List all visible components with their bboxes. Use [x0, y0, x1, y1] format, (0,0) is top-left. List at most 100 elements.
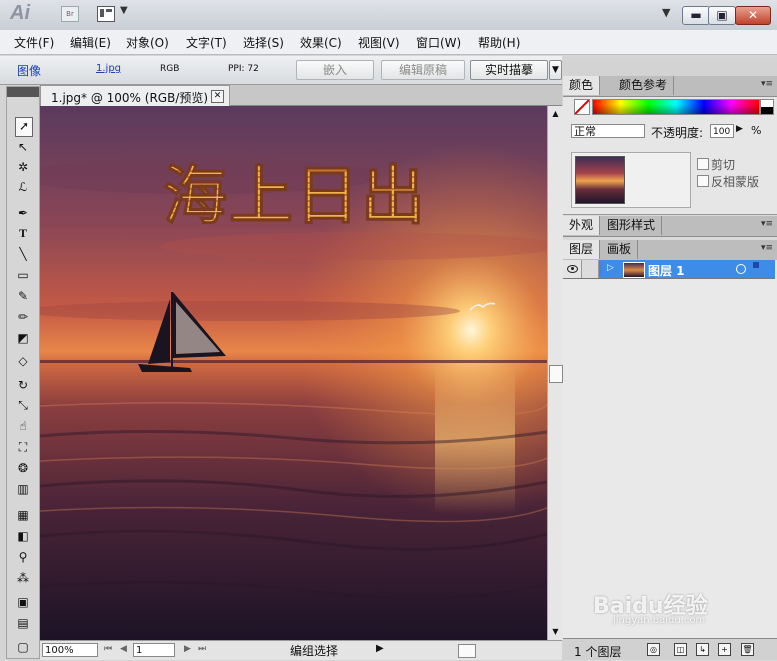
none-swatch-icon[interactable] — [574, 99, 590, 115]
panel-grip[interactable] — [563, 62, 777, 76]
tab-appearance[interactable]: 外观 — [563, 216, 601, 235]
new-sublayer-icon[interactable]: ↳ — [696, 643, 709, 656]
object-thumbnail[interactable] — [575, 156, 625, 204]
tab-color-guide[interactable]: 颜色参考 — [613, 76, 675, 95]
target-icon[interactable] — [736, 264, 746, 274]
warp-tool-icon[interactable]: ☝ — [14, 417, 32, 435]
color-spectrum[interactable] — [592, 99, 760, 115]
new-layer-icon[interactable]: + — [718, 643, 731, 656]
scroll-thumb[interactable] — [549, 365, 563, 383]
arrange-documents-icon[interactable] — [97, 6, 115, 22]
live-trace-options-button[interactable]: ▼ — [549, 60, 562, 80]
menu-type[interactable]: 文字(T) — [186, 34, 227, 51]
layer-row[interactable]: ▷ 图层 1 — [563, 260, 775, 279]
visibility-toggle[interactable] — [563, 260, 582, 278]
object-type-label[interactable]: 图像 — [17, 62, 41, 79]
menu-file[interactable]: 文件(F) — [14, 34, 54, 51]
screen-mode-icon[interactable]: ▢ — [14, 638, 32, 656]
pencil-tool-icon[interactable]: ✏ — [14, 308, 32, 326]
artboard-canvas[interactable]: 海上日出 — [40, 106, 547, 640]
rotate-tool-icon[interactable]: ↻ — [14, 376, 32, 394]
invert-mask-checkbox[interactable] — [697, 175, 709, 187]
menu-window[interactable]: 窗口(W) — [416, 34, 461, 51]
clip-checkbox[interactable] — [697, 158, 709, 170]
rectangle-tool-icon[interactable]: ▭ — [14, 266, 32, 284]
pen-tool-icon[interactable]: ✒ — [14, 204, 32, 222]
paintbrush-tool-icon[interactable]: ✎ — [14, 287, 32, 305]
tab-color[interactable]: 颜色 — [563, 76, 601, 95]
menu-select[interactable]: 选择(S) — [243, 34, 284, 51]
panel-menu-icon[interactable]: ▾≡ — [761, 243, 773, 253]
tab-layers[interactable]: 图层 — [563, 240, 601, 259]
selection-tool-icon[interactable]: ➚ — [15, 117, 33, 137]
panel-grip[interactable] — [7, 87, 39, 97]
line-tool-icon[interactable]: ╲ — [14, 245, 32, 263]
vertical-scrollbar[interactable]: ▲ ▼ — [547, 106, 563, 640]
menu-view[interactable]: 视图(V) — [358, 34, 400, 51]
selection-indicator[interactable] — [753, 262, 759, 268]
layer-color-indicator — [599, 262, 602, 276]
status-tool-label[interactable]: 编组选择 — [240, 642, 388, 658]
next-artboard-icon[interactable]: ▶ — [184, 644, 191, 654]
blob-brush-tool-icon[interactable]: ◩ — [14, 329, 32, 347]
horizontal-scroll-thumb[interactable] — [458, 644, 476, 658]
zoom-select[interactable]: 100% — [42, 643, 98, 657]
menu-effect[interactable]: 效果(C) — [300, 34, 342, 51]
scale-tool-icon[interactable]: ⤡ — [14, 396, 32, 414]
mesh-tool-icon[interactable]: ▦ — [14, 506, 32, 524]
embed-button[interactable]: 嵌入 — [296, 60, 374, 80]
direct-selection-tool-icon[interactable]: ↖ — [14, 138, 32, 156]
previous-artboard-icon[interactable]: ◀ — [120, 644, 127, 654]
lasso-tool-icon[interactable]: ℒ — [14, 178, 32, 196]
close-button[interactable]: ✕ — [735, 6, 771, 25]
column-graph-tool-icon[interactable]: ▥ — [14, 480, 32, 498]
artboard-number-select[interactable]: 1 — [133, 643, 175, 657]
magic-wand-tool-icon[interactable]: ✲ — [14, 158, 32, 176]
tab-graphic-styles[interactable]: 图形样式 — [601, 216, 663, 235]
menu-help[interactable]: 帮助(H) — [478, 34, 520, 51]
workspace-switcher-icon[interactable]: ▼ — [662, 6, 670, 19]
symbol-sprayer-tool-icon[interactable]: ❂ — [14, 459, 32, 477]
free-transform-tool-icon[interactable]: ⛶ — [14, 438, 32, 456]
maximize-button[interactable]: ▣ — [708, 6, 736, 25]
opacity-input[interactable]: 100 — [710, 124, 734, 138]
linked-file-link[interactable]: 1.jpg — [96, 63, 121, 74]
blend-mode-select[interactable]: 正常 — [571, 124, 645, 138]
layer-name[interactable]: 图层 1 — [648, 262, 685, 279]
panel-menu-icon[interactable]: ▾≡ — [761, 79, 773, 89]
first-artboard-icon[interactable]: ⏮ — [104, 644, 112, 654]
layers-footer: 1 个图层 ◎ ◫ ↳ + 🗑 — [563, 638, 777, 660]
panel-menu-icon[interactable]: ▾≡ — [761, 219, 773, 229]
black-white-swatch[interactable] — [760, 99, 774, 115]
scroll-down-icon[interactable]: ▼ — [548, 624, 563, 639]
menu-object[interactable]: 对象(O) — [126, 34, 169, 51]
live-trace-button[interactable]: 实时描摹 — [470, 60, 548, 80]
minimize-button[interactable]: ▬ — [682, 6, 710, 25]
lock-toggle[interactable] — [582, 260, 599, 278]
expand-triangle-icon[interactable]: ▷ — [607, 263, 614, 273]
close-tab-icon[interactable]: ✕ — [211, 90, 224, 103]
chevron-down-icon[interactable]: ▼ — [120, 5, 128, 16]
eyedropper-tool-icon[interactable]: ⚲ — [14, 548, 32, 566]
control-bar: 图像 1.jpg RGB PPI: 72 嵌入 编辑原稿 实时描摹 ▼ — [0, 56, 562, 85]
menu-edit[interactable]: 编辑(E) — [70, 34, 111, 51]
tab-artboards[interactable]: 画板 — [601, 240, 639, 259]
status-menu-icon[interactable]: ▶ — [376, 643, 384, 654]
chevron-right-icon[interactable]: ▶ — [736, 124, 743, 134]
last-artboard-icon[interactable]: ⏭ — [198, 644, 206, 654]
edit-original-button[interactable]: 编辑原稿 — [381, 60, 465, 80]
artboard-tool-icon[interactable]: ▤ — [14, 614, 32, 632]
delete-layer-icon[interactable]: 🗑 — [741, 643, 754, 656]
locate-object-icon[interactable]: ◎ — [647, 643, 660, 656]
eraser-tool-icon[interactable]: ◇ — [14, 352, 32, 370]
blend-tool-icon[interactable]: ⁂ — [14, 569, 32, 587]
live-paint-tool-icon[interactable]: ▣ — [14, 593, 32, 611]
bridge-button[interactable]: Br — [61, 6, 79, 22]
document-tab[interactable]: 1.jpg* @ 100% (RGB/预览) ✕ — [40, 85, 230, 106]
canvas-heading-text[interactable]: 海上日出 — [163, 160, 427, 235]
gradient-tool-icon[interactable]: ◧ — [14, 527, 32, 545]
make-clipping-mask-icon[interactable]: ◫ — [674, 643, 687, 656]
type-tool-icon[interactable]: T — [14, 224, 32, 242]
scroll-up-icon[interactable]: ▲ — [548, 106, 563, 121]
mask-thumbnail-area — [571, 152, 691, 208]
